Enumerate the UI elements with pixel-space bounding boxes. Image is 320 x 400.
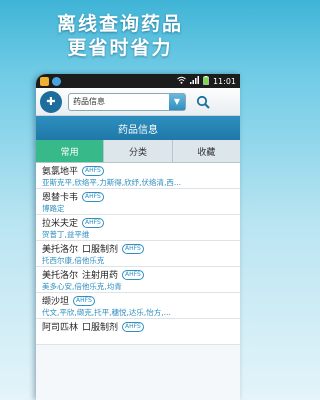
category-select-value: 药品信息: [73, 97, 105, 106]
list-item[interactable]: 缬沙坦 AHFS 代文,平欣,缬克,托平,穗悦,达乐,怡方,...: [36, 293, 240, 319]
ahfs-badge: AHFS: [122, 269, 144, 280]
drug-aliases: 贺普丁,益平维: [42, 230, 90, 239]
drug-name: 美托洛尔: [42, 271, 79, 281]
drug-name: 氨氯地平: [42, 167, 79, 177]
chevron-down-icon[interactable]: ▼: [169, 93, 185, 110]
category-select[interactable]: 药品信息 ▼: [68, 92, 186, 111]
drug-aliases: 代文,平欣,缬克,托平,穗悦,达乐,怡方,...: [42, 308, 171, 317]
search-button[interactable]: [194, 93, 212, 111]
promo-line-2: 更省时省力: [67, 37, 173, 59]
ahfs-badge: AHFS: [82, 217, 104, 228]
signal-icon: [189, 76, 199, 86]
ahfs-badge: AHFS: [122, 243, 144, 254]
status-time: 11:01: [212, 76, 236, 86]
tab-bar: 常用 分类 收藏: [36, 140, 240, 163]
app-notification-icon: [52, 76, 61, 86]
list-item[interactable]: 拉米夫定 AHFS 贺普丁,益平维: [36, 215, 240, 241]
drug-aliases: 博路定: [42, 204, 65, 213]
drug-name: 缬沙坦: [42, 297, 70, 307]
drug-aliases: 亚斯克平,欣络平,力斯得,欣纾,伏络清,西...: [42, 178, 182, 187]
ahfs-badge: AHFS: [82, 165, 104, 176]
drug-aliases: 托西尔康,倍他乐克: [42, 256, 105, 265]
promo-line-1: 离线查询药品: [56, 13, 183, 35]
list-item[interactable]: 氨氯地平 AHFS 亚斯克平,欣络平,力斯得,欣纾,伏络清,西...: [36, 163, 240, 189]
ahfs-badge: AHFS: [82, 191, 104, 202]
list-item[interactable]: 阿司匹林 口服制剂 AHFS: [36, 319, 240, 345]
notification-icon: [40, 76, 49, 86]
tab-category[interactable]: 分类: [104, 140, 173, 162]
ahfs-badge: AHFS: [73, 295, 95, 306]
ahfs-badge: AHFS: [122, 321, 144, 332]
drug-name: 恩替卡韦: [42, 193, 79, 203]
search-icon: [196, 95, 210, 109]
drug-route: 口服制剂: [82, 245, 119, 255]
drug-route: 口服制剂: [82, 323, 119, 333]
list-item[interactable]: 美托洛尔 口服制剂 AHFS 托西尔康,倍他乐克: [36, 241, 240, 267]
page-title: 药品信息: [36, 116, 240, 140]
status-bar: 11:01: [36, 74, 240, 88]
search-bar: ✚ 药品信息 ▼: [36, 88, 240, 116]
wifi-icon: [177, 76, 186, 86]
battery-icon: [203, 75, 209, 87]
list-item[interactable]: 美托洛尔 注射用药 AHFS 美多心安,倍他乐克,均青: [36, 267, 240, 293]
tab-favorites[interactable]: 收藏: [173, 140, 240, 162]
list-item[interactable]: 恩替卡韦 AHFS 博路定: [36, 189, 240, 215]
tab-common[interactable]: 常用: [36, 140, 105, 162]
app-logo-icon: ✚: [40, 90, 62, 113]
drug-name: 美托洛尔: [42, 245, 79, 255]
drug-route: 注射用药: [82, 271, 119, 281]
phone-screen: 11:01 ✚ 药品信息 ▼ 药品信息 常用 分类 收藏 氨氯地平 AHFS 亚斯…: [36, 74, 240, 400]
drug-aliases: [42, 333, 234, 344]
drug-list: 氨氯地平 AHFS 亚斯克平,欣络平,力斯得,欣纾,伏络清,西... 恩替卡韦 AH…: [36, 163, 240, 345]
promo-banner: 离线查询药品 更省时省力: [0, 0, 240, 72]
drug-name: 阿司匹林: [42, 323, 79, 333]
drug-name: 拉米夫定: [42, 219, 79, 229]
drug-aliases: 美多心安,倍他乐克,均青: [42, 282, 122, 291]
